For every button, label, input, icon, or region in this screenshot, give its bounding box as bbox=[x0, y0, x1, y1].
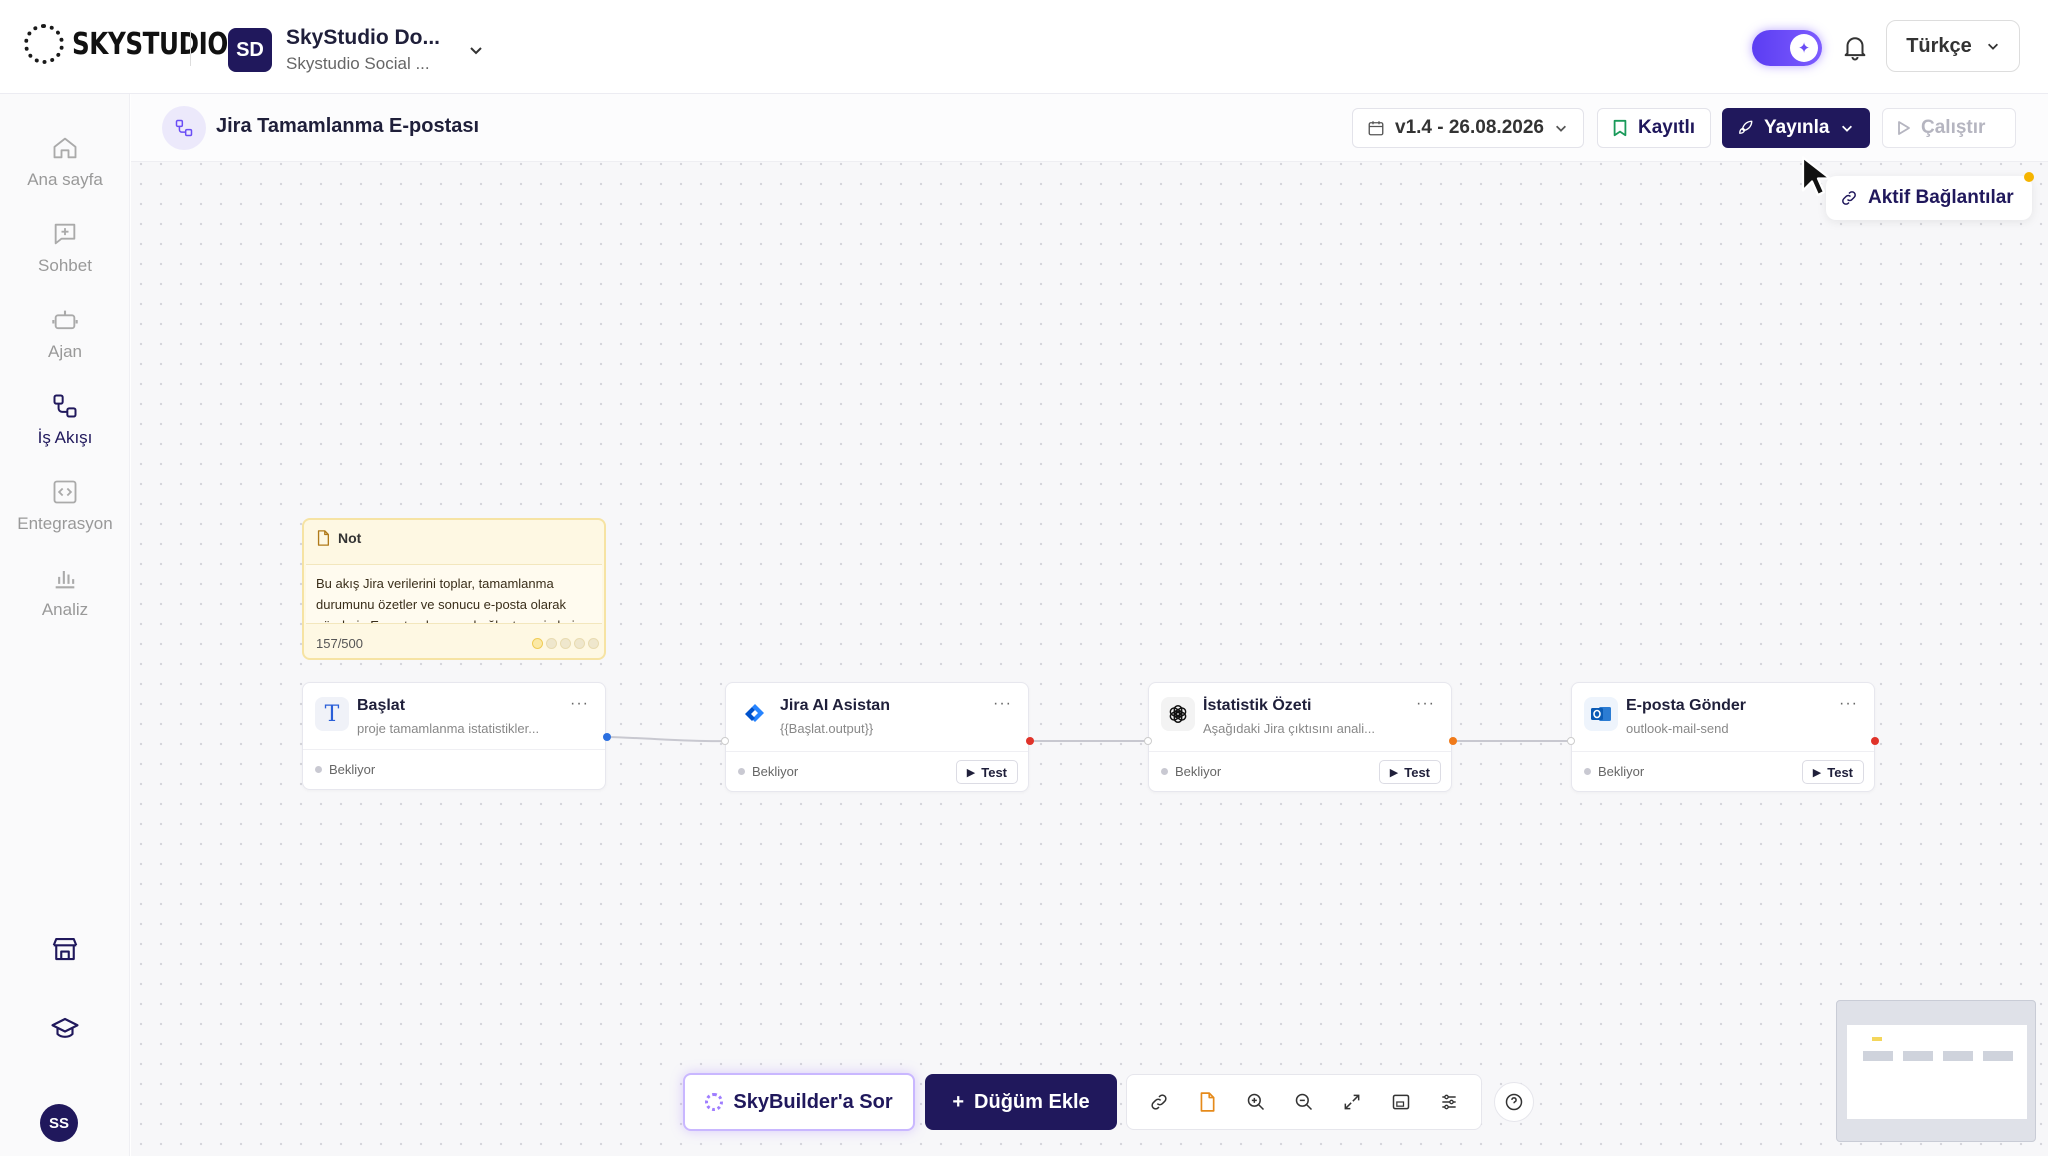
ask-label: SkyBuilder'a Sor bbox=[733, 1090, 893, 1113]
node-connections bbox=[606, 736, 1572, 743]
node-title: Jira AI Asistan bbox=[780, 697, 890, 714]
node-footer: Bekliyor ▶ Test bbox=[1149, 751, 1451, 791]
outlook-icon bbox=[1584, 697, 1618, 731]
output-port[interactable] bbox=[603, 733, 611, 741]
zoom-in-icon[interactable] bbox=[1244, 1090, 1268, 1114]
test-button[interactable]: ▶ Test bbox=[955, 760, 1018, 784]
ask-skybuilder-button[interactable]: SkyBuilder'a Sor bbox=[683, 1073, 915, 1131]
node-status: Bekliyor bbox=[1584, 764, 1644, 779]
add-node-button[interactable]: + Düğüm Ekle bbox=[925, 1074, 1117, 1130]
zoom-out-icon[interactable] bbox=[1292, 1090, 1316, 1114]
status-dot bbox=[738, 768, 745, 775]
jira-icon bbox=[738, 697, 772, 731]
link-icon[interactable] bbox=[1147, 1090, 1171, 1114]
node-status: Bekliyor bbox=[738, 764, 798, 779]
test-button[interactable]: ▶ Test bbox=[1378, 760, 1441, 784]
node-title: Başlat bbox=[357, 697, 406, 714]
node-status-label: Bekliyor bbox=[752, 764, 799, 779]
test-button[interactable]: ▶ Test bbox=[1801, 760, 1864, 784]
node-stats-summary[interactable]: İstatistik Özeti Aşağıdaki Jira çıktısın… bbox=[1148, 682, 1452, 792]
minimap-node bbox=[1863, 1051, 1893, 1061]
help-icon bbox=[1505, 1093, 1523, 1111]
play-icon: ▶ bbox=[1389, 766, 1399, 779]
node-subtitle: {{Başlat.output}} bbox=[780, 721, 874, 736]
fit-view-icon[interactable] bbox=[1340, 1090, 1364, 1114]
layout-settings-icon[interactable] bbox=[1437, 1090, 1461, 1114]
minimap[interactable] bbox=[1836, 1000, 2036, 1142]
note-icon[interactable] bbox=[1195, 1090, 1219, 1114]
node-subtitle: Aşağıdaki Jira çıktısını anali... bbox=[1203, 721, 1375, 736]
test-label: Test bbox=[981, 764, 1007, 780]
node-status: Bekliyor bbox=[1161, 764, 1221, 779]
minimap-node bbox=[1943, 1051, 1973, 1061]
node-footer: Bekliyor ▶ Test bbox=[1572, 751, 1874, 791]
plus-icon: + bbox=[952, 1090, 965, 1113]
minimap-note bbox=[1872, 1037, 1882, 1041]
node-footer: Bekliyor bbox=[303, 749, 605, 789]
node-jira-ai[interactable]: Jira AI Asistan {{Başlat.output}} ··· Be… bbox=[725, 682, 1029, 792]
canvas-toolbar bbox=[1126, 1074, 1482, 1130]
node-status-label: Bekliyor bbox=[1175, 764, 1222, 779]
node-status-label: Bekliyor bbox=[1598, 764, 1645, 779]
input-port[interactable] bbox=[1144, 737, 1152, 745]
help-button[interactable] bbox=[1494, 1082, 1534, 1122]
text-t-icon: T bbox=[315, 697, 349, 731]
minimap-icon[interactable] bbox=[1389, 1090, 1413, 1114]
status-dot bbox=[315, 766, 322, 773]
play-icon: ▶ bbox=[966, 766, 976, 779]
node-footer: Bekliyor ▶ Test bbox=[726, 751, 1028, 791]
input-port[interactable] bbox=[1567, 737, 1575, 745]
test-label: Test bbox=[1404, 764, 1430, 780]
node-subtitle: outlook-mail-send bbox=[1626, 721, 1729, 736]
node-start[interactable]: T Başlat proje tamamlanma istatistikler.… bbox=[302, 682, 606, 790]
status-dot bbox=[1161, 768, 1168, 775]
node-title: İstatistik Özeti bbox=[1203, 697, 1312, 714]
node-status: Bekliyor bbox=[315, 762, 375, 777]
node-subtitle: proje tamamlanma istatistikler... bbox=[357, 721, 540, 736]
node-status-label: Bekliyor bbox=[329, 762, 376, 777]
output-port[interactable] bbox=[1449, 737, 1457, 745]
test-label: Test bbox=[1827, 764, 1853, 780]
node-send-email[interactable]: E-posta Gönder outlook-mail-send ··· Bek… bbox=[1571, 682, 1875, 792]
output-port[interactable] bbox=[1871, 737, 1879, 745]
status-dot bbox=[1584, 768, 1591, 775]
minimap-node bbox=[1983, 1051, 2013, 1061]
play-icon: ▶ bbox=[1812, 766, 1822, 779]
add-node-label: Düğüm Ekle bbox=[974, 1090, 1090, 1113]
more-icon[interactable]: ··· bbox=[1416, 695, 1435, 713]
node-title: E-posta Gönder bbox=[1626, 697, 1747, 714]
minimap-node bbox=[1903, 1051, 1933, 1061]
sparkle-ring-icon bbox=[705, 1093, 724, 1111]
input-port[interactable] bbox=[721, 737, 729, 745]
output-port[interactable] bbox=[1026, 737, 1034, 745]
openai-icon bbox=[1161, 697, 1195, 731]
more-icon[interactable]: ··· bbox=[1839, 695, 1858, 713]
more-icon[interactable]: ··· bbox=[570, 695, 589, 713]
more-icon[interactable]: ··· bbox=[993, 695, 1012, 713]
